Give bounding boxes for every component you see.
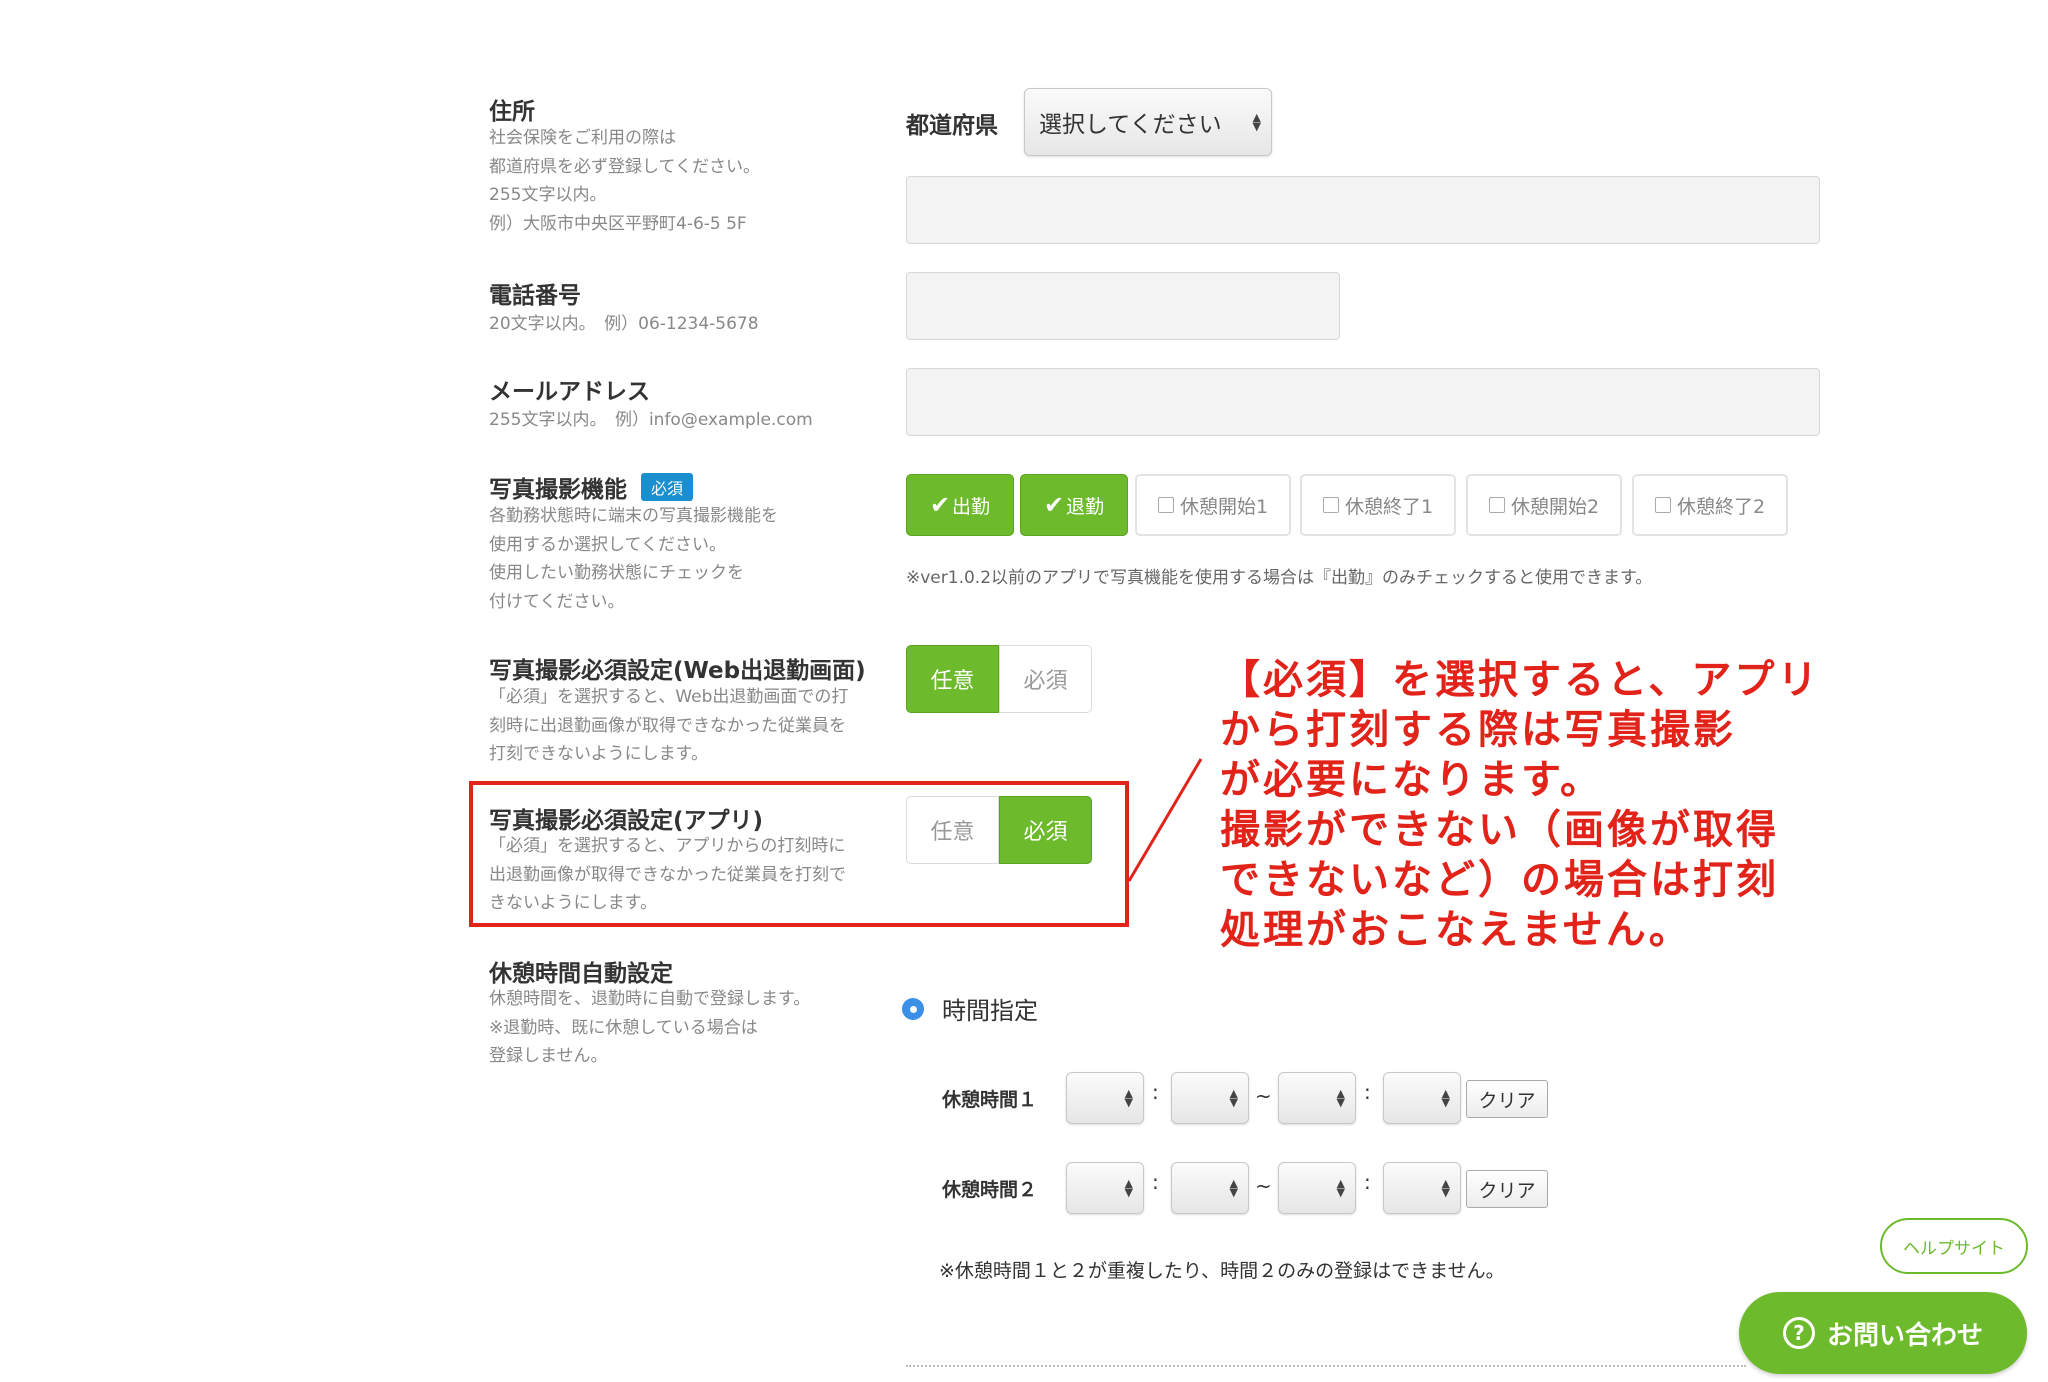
break-1-start-minute-select[interactable]: ▲ ▼ [1171, 1072, 1249, 1124]
photo-option-break-start-2[interactable]: 休憩開始2 [1466, 474, 1622, 536]
email-input[interactable] [906, 368, 1820, 436]
break-2-start-minute-select[interactable]: ▲ ▼ [1171, 1162, 1249, 1214]
break-1-label: 休憩時間１ [942, 1089, 1038, 1111]
select-arrows-icon: ▲ ▼ [1441, 1177, 1450, 1199]
break-1-end-hour-select[interactable]: ▲ ▼ [1278, 1072, 1356, 1124]
help-site-button[interactable]: ヘルプサイト [1880, 1218, 2028, 1274]
annotation-connector-line [1127, 758, 1203, 882]
photo-option-clock-in[interactable]: ✔ 出勤 [906, 474, 1014, 536]
time-specify-label: 時間指定 [942, 997, 1038, 1025]
break-2-colon-2: : [1364, 1170, 1371, 1194]
photo-app-required-toggle[interactable]: 必須 [999, 796, 1092, 864]
break-1-colon-2: : [1364, 1080, 1371, 1104]
break-1-colon: : [1152, 1080, 1159, 1104]
break-2-label: 休憩時間２ [942, 1179, 1038, 1201]
photo-web-desc: 「必須」を選択すると、Web出退勤画面での打 刻時に出退勤画像が取得できなかった… [489, 687, 849, 764]
checkbox-icon [1654, 497, 1671, 513]
contact-button[interactable]: ? お問い合わせ [1739, 1292, 2027, 1374]
email-title: メールアドレス [489, 379, 650, 405]
photo-web-optional-toggle[interactable]: 任意 [906, 645, 999, 713]
photo-title: 写真撮影機能 必須 [489, 470, 694, 504]
photo-option-break-end-1[interactable]: 休憩終了1 [1300, 474, 1456, 536]
annotation-text: 【必須】を選択すると、アプリ から打刻する際は写真撮影 が必要になります。 撮影… [1220, 657, 1821, 953]
photo-app-optional-toggle[interactable]: 任意 [906, 796, 999, 864]
checkmark-icon: ✔ [1043, 491, 1065, 519]
break-1-start-hour-select[interactable]: ▲ ▼ [1066, 1072, 1144, 1124]
select-arrows-icon: ▲ ▼ [1229, 1177, 1238, 1199]
select-arrows-icon: ▲ ▼ [1441, 1087, 1450, 1109]
checkbox-icon [1322, 497, 1339, 513]
email-desc: 255文字以内。 例）info@example.com [489, 410, 813, 430]
radio-dot-icon [909, 1005, 917, 1013]
photo-option-break-start-1[interactable]: 休憩開始1 [1135, 474, 1291, 536]
select-arrows-icon: ▲ ▼ [1336, 1087, 1345, 1109]
select-arrows-icon: ▲ ▼ [1252, 111, 1261, 133]
phone-title: 電話番号 [489, 283, 581, 309]
prefecture-label: 都道府県 [906, 113, 998, 139]
address-title: 住所 [489, 99, 535, 125]
select-arrows-icon: ▲ ▼ [1124, 1177, 1133, 1199]
question-icon: ? [1782, 1317, 1815, 1349]
phone-input[interactable] [906, 272, 1340, 340]
photo-desc: 各勤務状態時に端末の写真撮影機能を 使用するか選択してください。 使用したい勤務… [489, 506, 778, 612]
photo-app-desc: 「必須」を選択すると、アプリからの打刻時に 出退勤画像が取得できなかった従業員を… [489, 836, 846, 913]
checkmark-icon: ✔ [929, 491, 951, 519]
break-1-clear-button[interactable]: クリア [1466, 1080, 1548, 1118]
checkbox-icon [1157, 497, 1174, 513]
break-2-start-hour-select[interactable]: ▲ ▼ [1066, 1162, 1144, 1214]
required-badge: 必須 [641, 473, 694, 501]
break-2-clear-button[interactable]: クリア [1466, 1170, 1548, 1208]
checkbox-icon [1488, 497, 1505, 513]
break-2-colon: : [1152, 1170, 1159, 1194]
break-1-end-minute-select[interactable]: ▲ ▼ [1383, 1072, 1461, 1124]
photo-app-title: 写真撮影必須設定(アプリ) [489, 808, 764, 834]
photo-web-title: 写真撮影必須設定(Web出退勤画面) [489, 658, 866, 684]
time-specify-radio[interactable] [902, 998, 924, 1020]
section-divider [906, 1365, 1746, 1367]
address-desc: 社会保険をご利用の際は 都道府県を必ず登録してください。 255文字以内。 例）… [489, 128, 760, 234]
photo-web-required-toggle[interactable]: 必須 [999, 645, 1092, 713]
select-arrows-icon: ▲ ▼ [1229, 1087, 1238, 1109]
select-arrows-icon: ▲ ▼ [1336, 1177, 1345, 1199]
photo-option-clock-out[interactable]: ✔ 退勤 [1020, 474, 1128, 536]
break-1-tilde: ~ [1255, 1084, 1272, 1108]
break-2-end-hour-select[interactable]: ▲ ▼ [1278, 1162, 1356, 1214]
break-2-tilde: ~ [1255, 1174, 1272, 1198]
photo-note: ※ver1.0.2以前のアプリで写真機能を使用する場合は『出勤』のみチェックする… [906, 568, 1653, 588]
photo-option-break-end-2[interactable]: 休憩終了2 [1632, 474, 1788, 536]
phone-desc: 20文字以内。 例）06-1234-5678 [489, 314, 759, 334]
break-note: ※休憩時間１と２が重複したり、時間２のみの登録はできません。 [939, 1260, 1505, 1282]
address-input[interactable] [906, 176, 1820, 244]
break-auto-desc: 休憩時間を、退勤時に自動で登録します。 ※退勤時、既に休憩している場合は 登録し… [489, 989, 811, 1066]
break-2-end-minute-select[interactable]: ▲ ▼ [1383, 1162, 1461, 1214]
prefecture-select[interactable]: 選択してください ▲ ▼ [1024, 88, 1272, 156]
break-auto-title: 休憩時間自動設定 [489, 961, 673, 987]
select-arrows-icon: ▲ ▼ [1124, 1087, 1133, 1109]
